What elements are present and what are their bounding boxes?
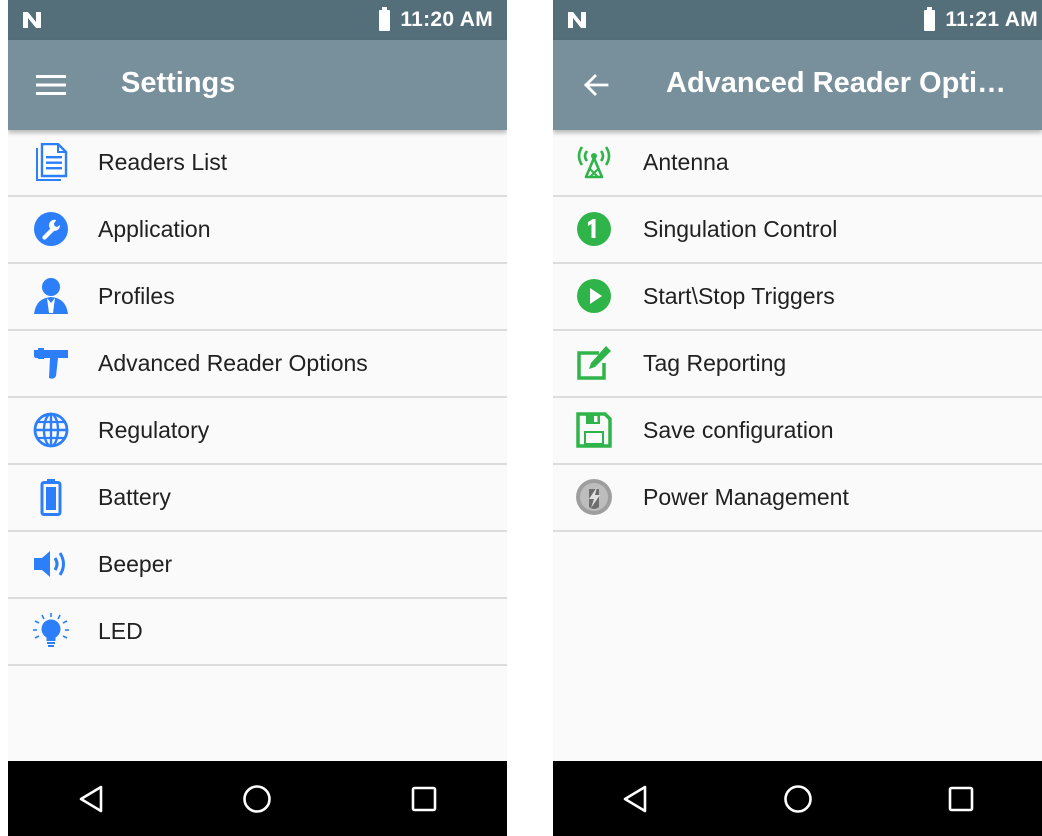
home-circle-icon <box>783 784 812 813</box>
menu-item-label: Readers List <box>98 149 228 175</box>
menu-item-application[interactable]: Application <box>8 197 507 264</box>
edit-icon <box>575 344 613 382</box>
save-icon <box>575 411 613 449</box>
app-bar: Advanced Reader Opti… <box>553 40 1042 130</box>
recents-square-icon <box>948 786 973 811</box>
back-button[interactable] <box>605 769 665 829</box>
menu-item-label: Beeper <box>98 551 173 577</box>
menu-button[interactable] <box>28 62 74 108</box>
home-circle-icon <box>243 784 272 813</box>
page-title: Advanced Reader Opti… <box>666 67 1007 99</box>
advanced-reader-options-screen: 11:21 AM Advanced Reader Opti… Antenna S… <box>553 0 1042 836</box>
menu-item-antenna[interactable]: Antenna <box>553 130 1042 197</box>
system-nav-bar <box>8 761 507 836</box>
page-title: Settings <box>121 67 236 99</box>
person-icon <box>32 277 70 315</box>
menu-item-label: Application <box>98 216 211 242</box>
back-arrow-icon <box>584 74 609 96</box>
notification-logo-icon <box>568 12 586 28</box>
back-triangle-icon <box>79 785 103 812</box>
status-time: 11:21 AM <box>945 8 1038 31</box>
home-button[interactable] <box>227 769 287 829</box>
speaker-icon <box>32 545 70 583</box>
menu-item-label: Antenna <box>643 149 729 175</box>
menu-item-singulation-control[interactable]: Singulation Control <box>553 197 1042 264</box>
advanced-options-menu: Antenna Singulation Control Start\Stop T… <box>553 130 1042 532</box>
menu-item-readers-list[interactable]: Readers List <box>8 130 507 197</box>
home-button[interactable] <box>768 769 828 829</box>
antenna-icon <box>575 143 613 181</box>
globe-icon <box>32 411 70 449</box>
menu-item-profiles[interactable]: Profiles <box>8 264 507 331</box>
menu-item-label: Profiles <box>98 283 175 309</box>
settings-screen: 11:20 AM Settings Readers List Applicati… <box>8 0 507 836</box>
number-one-icon <box>575 210 613 248</box>
menu-item-label: Power Management <box>643 484 849 510</box>
power-management-icon <box>575 478 613 516</box>
menu-item-start-stop-triggers[interactable]: Start\Stop Triggers <box>553 264 1042 331</box>
recents-button[interactable] <box>394 769 454 829</box>
menu-item-label: Regulatory <box>98 417 210 443</box>
hamburger-menu-icon <box>36 75 66 95</box>
notification-logo-icon <box>23 12 41 28</box>
menu-item-label: Save configuration <box>643 417 834 443</box>
back-button[interactable] <box>61 769 121 829</box>
menu-item-led[interactable]: LED <box>8 599 507 666</box>
rfid-reader-icon <box>32 344 70 382</box>
menu-item-label: LED <box>98 618 143 644</box>
battery-status-icon <box>379 6 391 31</box>
menu-item-power-management[interactable]: Power Management <box>553 465 1042 532</box>
recents-square-icon <box>411 786 437 811</box>
menu-item-advanced-reader-options[interactable]: Advanced Reader Options <box>8 331 507 398</box>
menu-item-regulatory[interactable]: Regulatory <box>8 398 507 465</box>
system-nav-bar <box>553 761 1042 836</box>
play-icon <box>575 277 613 315</box>
menu-item-label: Singulation Control <box>643 216 838 242</box>
battery-status-icon <box>924 6 936 31</box>
menu-item-beeper[interactable]: Beeper <box>8 532 507 599</box>
battery-icon <box>32 478 70 516</box>
status-time: 11:20 AM <box>400 8 493 31</box>
menu-item-battery[interactable]: Battery <box>8 465 507 532</box>
wrench-icon <box>32 210 70 248</box>
status-bar: 11:21 AM <box>553 0 1042 40</box>
back-navigation-button[interactable] <box>573 62 619 108</box>
back-triangle-icon <box>623 785 646 812</box>
recents-button[interactable] <box>931 769 991 829</box>
menu-item-tag-reporting[interactable]: Tag Reporting <box>553 331 1042 398</box>
document-icon <box>32 143 70 181</box>
menu-item-label: Tag Reporting <box>643 350 787 376</box>
app-bar: Settings <box>8 40 507 130</box>
menu-item-label: Start\Stop Triggers <box>643 283 835 309</box>
menu-item-save-configuration[interactable]: Save configuration <box>553 398 1042 465</box>
settings-menu: Readers List Application Profiles Advanc… <box>8 130 507 666</box>
menu-item-label: Advanced Reader Options <box>98 350 368 376</box>
lightbulb-icon <box>32 612 70 650</box>
menu-item-label: Battery <box>98 484 171 510</box>
status-bar: 11:20 AM <box>8 0 507 40</box>
